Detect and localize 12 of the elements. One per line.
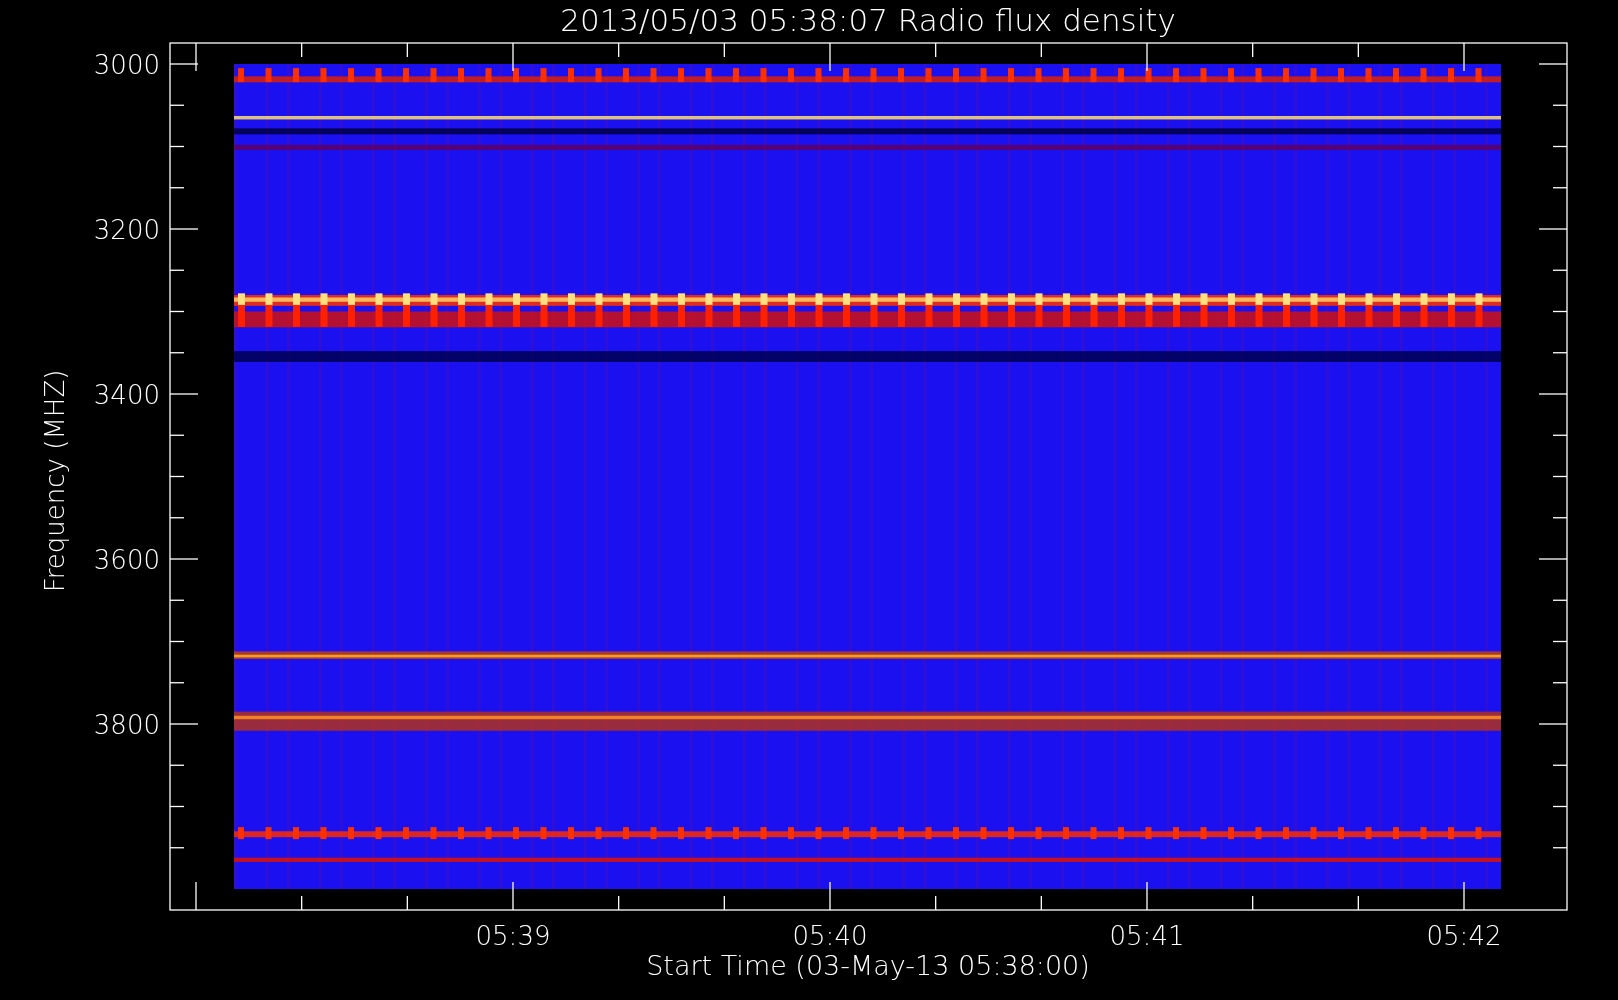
y-tick-label: 3400 <box>93 380 160 410</box>
chart-title: 2013/05/03 05:38:07 Radio flux density <box>560 2 1176 38</box>
y-tick-label: 3000 <box>93 50 160 80</box>
x-tick-label: 05:40 <box>792 921 868 951</box>
x-axis-label: Start Time (03-May-13 05:38:00) <box>646 950 1090 981</box>
y-axis-label: Frequency (MHZ) <box>40 369 70 593</box>
y-tick-label: 3600 <box>93 545 160 575</box>
y-tick-label: 3800 <box>93 710 160 740</box>
y-tick-label: 3200 <box>93 215 160 245</box>
x-tick-label: 05:39 <box>475 921 551 951</box>
x-tick-label: 05:41 <box>1109 921 1185 951</box>
x-tick-label: 05:42 <box>1426 921 1502 951</box>
